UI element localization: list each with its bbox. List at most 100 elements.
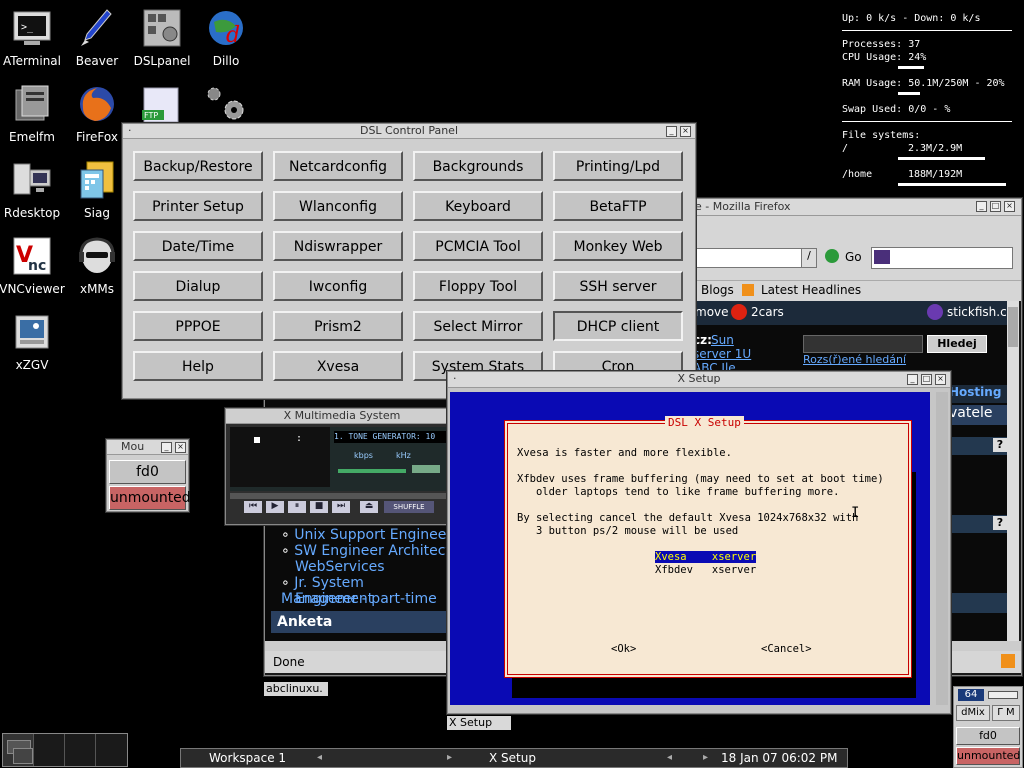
maximize-icon[interactable]: □ [921, 374, 932, 385]
desktop-icon-emelfm[interactable]: Emelfm [0, 84, 68, 144]
help-button[interactable]: Help [133, 351, 263, 381]
list-item[interactable]: ∘ SW Engineer Architect [281, 543, 451, 559]
hosting-link[interactable]: Hosting [949, 385, 1009, 403]
workspace-1-thumb[interactable] [3, 734, 34, 766]
mount-status-button[interactable]: unmounted [956, 747, 1020, 765]
xmms-window[interactable]: X Multimedia System : 1. TONE GENERATOR:… [225, 408, 459, 525]
device-button[interactable]: fd0 [956, 727, 1020, 745]
xsetup-titlebar[interactable]: · X Setup _ □ × [448, 372, 950, 388]
xvesa-button[interactable]: Xvesa [273, 351, 403, 381]
next-workspace-icon[interactable]: ▸ [447, 749, 452, 767]
printing-lpd-button[interactable]: Printing/Lpd [553, 151, 683, 181]
scrollbar-thumb[interactable] [1008, 307, 1018, 347]
stop-icon[interactable]: ■ [310, 501, 328, 513]
next-icon[interactable]: ⏭ [332, 501, 350, 513]
balance-slider[interactable] [412, 465, 440, 473]
betaftp-button[interactable]: BetaFTP [553, 191, 683, 221]
dsl-control-panel[interactable]: · DSL Control Panel _ × Backup/Restore Ne… [122, 123, 696, 399]
help-icon[interactable]: ? [993, 516, 1007, 530]
pause-icon[interactable]: ⏸ [288, 501, 306, 513]
play-icon[interactable]: ▶ [266, 501, 284, 513]
ftp-icon[interactable]: FTP [140, 86, 184, 123]
xsetup-tab-label[interactable]: X Setup [447, 716, 511, 730]
keyboard-button[interactable]: Keyboard [413, 191, 543, 221]
close-icon[interactable]: × [1004, 201, 1015, 212]
scrollbar[interactable] [936, 392, 948, 705]
url-dropdown-icon[interactable]: / [801, 249, 816, 267]
rss-icon[interactable] [1001, 654, 1015, 668]
advanced-search-link[interactable]: Rozs(ř)ené hledání [803, 353, 906, 366]
backgrounds-button[interactable]: Backgrounds [413, 151, 543, 181]
minimize-icon[interactable]: _ [161, 442, 172, 453]
netcardconfig-button[interactable]: Netcardconfig [273, 151, 403, 181]
iwconfig-button[interactable]: Iwconfig [273, 271, 403, 301]
link-2cars[interactable]: 2cars [751, 305, 784, 319]
close-icon[interactable]: × [175, 442, 186, 453]
backup-restore-button[interactable]: Backup/Restore [133, 151, 263, 181]
active-task[interactable]: X Setup [489, 749, 536, 767]
desktop-icon-dslpanel[interactable]: DSLpanel [126, 8, 198, 68]
mount-titlebar[interactable]: Mou _ × [107, 440, 188, 455]
dialup-button[interactable]: Dialup [133, 271, 263, 301]
search-field[interactable] [871, 247, 1013, 269]
firefox-tab-label[interactable]: abclinuxu. [264, 682, 328, 696]
go-button[interactable]: Go [845, 250, 862, 264]
shuffle-button[interactable]: SHUFFLE [384, 501, 434, 513]
desktop-icon-vncviewer[interactable]: Vnc VNCviewer [0, 236, 68, 296]
previous-workspace-icon[interactable]: ◂ [317, 749, 322, 767]
workspace-label[interactable]: Workspace 1 [209, 749, 286, 767]
monkey-web-button[interactable]: Monkey Web [553, 231, 683, 261]
device-button[interactable]: fd0 [109, 460, 186, 484]
close-icon[interactable]: × [680, 126, 691, 137]
ok-button[interactable]: <Ok> [611, 643, 636, 655]
printer-setup-button[interactable]: Printer Setup [133, 191, 263, 221]
volume-slider[interactable] [988, 691, 1018, 699]
maximize-icon[interactable]: □ [990, 201, 1001, 212]
floppy-tool-button[interactable]: Floppy Tool [413, 271, 543, 301]
mixer-toggle-icon[interactable]: Γ M [992, 705, 1020, 721]
pcmcia-tool-button[interactable]: PCMCIA Tool [413, 231, 543, 261]
option-xfbdev[interactable]: Xfbdev xserver [655, 564, 756, 576]
date-time-button[interactable]: Date/Time [133, 231, 263, 261]
link-stickfish[interactable]: stickfish.cz [947, 305, 1013, 319]
desktop-icon-dillo[interactable]: d Dillo [190, 8, 262, 68]
option-xvesa[interactable]: Xvesa xserver [655, 551, 757, 563]
ndiswrapper-button[interactable]: Ndiswrapper [273, 231, 403, 261]
mount-status-button[interactable]: unmounted [109, 486, 191, 510]
workspace-2-thumb[interactable] [34, 734, 65, 766]
list-item-continued[interactable]: WebServices [295, 559, 385, 575]
dmix-button[interactable]: dMix [956, 705, 990, 721]
link-server[interactable]: server 1U [693, 347, 751, 361]
previous-task-icon[interactable]: ◂ [667, 749, 672, 767]
link-sun[interactable]: Sun [711, 333, 734, 347]
eject-icon[interactable]: ⏏ [360, 501, 378, 513]
cancel-button[interactable]: <Cancel> [761, 643, 812, 655]
bookmark-latest-headlines[interactable]: Latest Headlines [761, 283, 861, 297]
xmms-titlebar[interactable]: X Multimedia System [226, 409, 458, 424]
hledej-button[interactable]: Hledej [927, 335, 987, 353]
search-engine-icon[interactable] [874, 250, 890, 264]
desktop-icon-rdesktop[interactable]: Rdesktop [0, 160, 68, 220]
desktop-icon-xzgv[interactable]: xZGV [0, 312, 68, 372]
ssh-server-button[interactable]: SSH server [553, 271, 683, 301]
desktop-icon-beaver[interactable]: Beaver [61, 8, 133, 68]
bookmark-blogs[interactable]: Blogs [701, 283, 734, 297]
dhcp-client-button[interactable]: DHCP client [553, 311, 683, 341]
close-icon[interactable]: × [935, 374, 946, 385]
list-item-continued[interactable]: Engineer - part-time [295, 591, 437, 607]
previous-icon[interactable]: ⏮ [244, 501, 262, 513]
control-panel-titlebar[interactable]: · DSL Control Panel _ × [123, 124, 695, 139]
select-mirror-button[interactable]: Select Mirror [413, 311, 543, 341]
mount-tool-window[interactable]: Mou _ × fd0 unmounted [106, 439, 191, 512]
seek-bar[interactable] [230, 493, 454, 499]
desktop-icon-aterminal[interactable]: >_ ATerminal [0, 8, 68, 68]
wlanconfig-button[interactable]: Wlanconfig [273, 191, 403, 221]
minimize-icon[interactable]: _ [666, 126, 677, 137]
scrollbar[interactable] [1007, 301, 1019, 641]
workspace-3-thumb[interactable] [65, 734, 96, 766]
list-item[interactable]: ∘ Unix Support Engineer [281, 527, 452, 543]
gears-icon[interactable] [204, 84, 248, 122]
site-search-input[interactable] [803, 335, 923, 353]
url-field[interactable]: / [695, 248, 817, 268]
workspace-4-thumb[interactable] [96, 734, 126, 766]
